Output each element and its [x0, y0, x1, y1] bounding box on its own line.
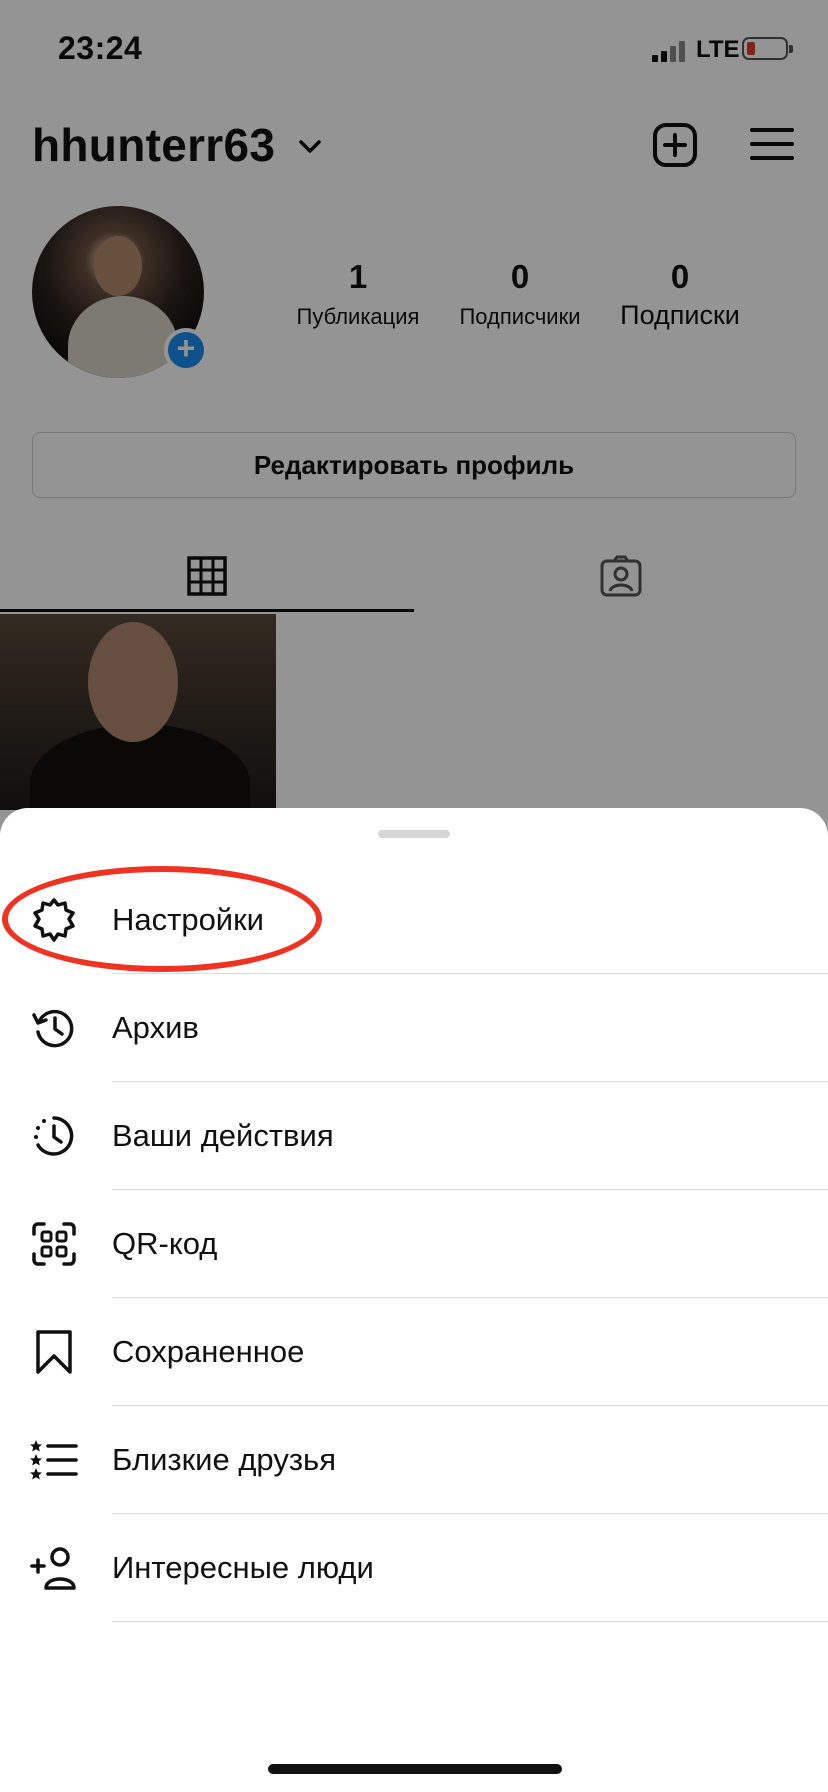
menu-item-qr-code[interactable]: QR-код: [0, 1190, 828, 1298]
menu-item-label: Архив: [112, 1010, 199, 1045]
menu-item-label: Сохраненное: [112, 1334, 305, 1369]
menu-item-archive[interactable]: Архив: [0, 974, 828, 1082]
menu-item-label: QR-код: [112, 1226, 218, 1261]
menu-item-discover-people[interactable]: Интересные люди: [0, 1514, 828, 1622]
menu-item-label: Интересные люди: [112, 1550, 374, 1585]
divider: [112, 1621, 828, 1622]
menu-item-close-friends[interactable]: Близкие друзья: [0, 1406, 828, 1514]
archive-history-icon: [32, 1009, 74, 1048]
discover-people-icon: [30, 1547, 76, 1590]
close-friends-list-icon: [30, 1440, 78, 1480]
menu-item-activity[interactable]: Ваши действия: [0, 1082, 828, 1190]
menu-item-saved[interactable]: Сохраненное: [0, 1298, 828, 1406]
options-sheet: Настройки Архив Ваши действия QR-код Сох…: [0, 808, 828, 1792]
bookmark-icon: [36, 1330, 72, 1374]
qr-code-icon: [32, 1222, 76, 1266]
home-indicator[interactable]: [268, 1764, 562, 1774]
menu-item-label: Ваши действия: [112, 1118, 334, 1153]
menu-item-label: Близкие друзья: [112, 1442, 336, 1477]
activity-clock-icon: [34, 1116, 74, 1156]
settings-highlight-annotation: [2, 866, 322, 972]
sheet-grabber[interactable]: [378, 830, 450, 838]
